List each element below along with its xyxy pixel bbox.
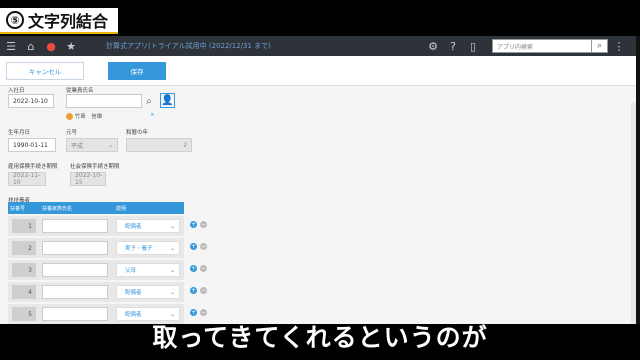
column-header-relation: 続柄: [116, 205, 127, 212]
video-frame: ⑤ 文字列結合 ☰ ⌂ ● ★ 計算式アプリ(トライアル試用中 (2022/12…: [0, 0, 640, 360]
chapter-title-text: 文字列結合: [28, 12, 109, 31]
add-row-button[interactable]: +: [190, 221, 197, 228]
chevron-down-icon: ⌄: [169, 266, 175, 274]
relation-select[interactable]: 父母 ⌄: [116, 263, 180, 277]
chevron-down-icon: ⌄: [169, 310, 175, 318]
add-row-button[interactable]: +: [190, 309, 197, 316]
dependent-name-field[interactable]: [42, 241, 108, 255]
column-header-no: 扶養号: [10, 205, 26, 212]
dependents-table: 扶養号 扶養家族氏名 続柄 1 配偶者 ⌄ + − 2 実子・養子 ⌄ + − 3 …: [0, 50, 636, 324]
remove-row-button[interactable]: −: [200, 221, 207, 228]
chevron-down-icon: ⌄: [169, 244, 175, 252]
table-header: 扶養号 扶養家族氏名 続柄: [8, 202, 184, 214]
add-row-button[interactable]: +: [190, 243, 197, 250]
relation-select[interactable]: 配偶者 ⌄: [116, 285, 180, 299]
row-number: 1: [12, 219, 36, 233]
dependent-name-field[interactable]: [42, 263, 108, 277]
dependent-name-field[interactable]: [42, 285, 108, 299]
relation-value: 配偶者: [125, 224, 142, 230]
remove-row-button[interactable]: −: [200, 309, 207, 316]
table-row: 2 実子・養子 ⌄: [8, 238, 184, 258]
video-subtitle: 取ってきてくれるというのが: [152, 323, 488, 352]
table-row: 3 父母 ⌄: [8, 260, 184, 280]
relation-select[interactable]: 配偶者 ⌄: [116, 219, 180, 233]
relation-value: 配偶者: [125, 290, 142, 296]
frame-edge: [636, 36, 640, 324]
chevron-down-icon: ⌄: [169, 288, 175, 296]
row-number: 3: [12, 263, 36, 277]
add-row-button[interactable]: +: [190, 287, 197, 294]
chevron-down-icon: ⌄: [169, 222, 175, 230]
column-header-name: 扶養家族氏名: [42, 205, 73, 212]
remove-row-button[interactable]: −: [200, 287, 207, 294]
table-row: 4 配偶者 ⌄: [8, 282, 184, 302]
add-row-button[interactable]: +: [190, 265, 197, 272]
row-number: 4: [12, 285, 36, 299]
chapter-title: ⑤ 文字列結合: [0, 8, 119, 34]
table-row: 1 配偶者 ⌄: [8, 216, 184, 236]
row-number: 2: [12, 241, 36, 255]
chapter-number: ⑤: [6, 11, 24, 29]
relation-value: 父母: [125, 268, 137, 274]
relation-value: 配偶者: [125, 312, 142, 318]
remove-row-button[interactable]: −: [200, 243, 207, 250]
dependent-name-field[interactable]: [42, 219, 108, 233]
relation-select[interactable]: 実子・養子 ⌄: [116, 241, 180, 255]
remove-row-button[interactable]: −: [200, 265, 207, 272]
relation-value: 実子・養子: [125, 246, 153, 252]
